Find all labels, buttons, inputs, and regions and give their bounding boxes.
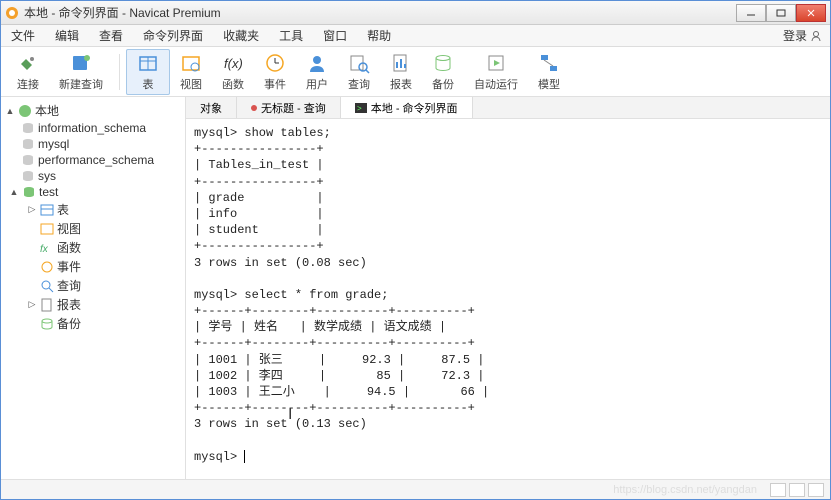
svg-text:>: > bbox=[357, 104, 362, 113]
report-icon bbox=[40, 298, 54, 312]
toolbar-search-button[interactable]: 查询 bbox=[338, 49, 380, 95]
tree-clock[interactable]: 事件 bbox=[3, 257, 183, 276]
query-icon bbox=[70, 52, 92, 74]
toolbar-backup-button[interactable]: 备份 bbox=[422, 49, 464, 95]
toolbar-model-button[interactable]: 模型 bbox=[528, 49, 570, 95]
tree-view[interactable]: 视图 bbox=[3, 219, 183, 238]
backup-icon bbox=[40, 317, 54, 331]
backup-icon bbox=[432, 52, 454, 74]
svg-text:fx: fx bbox=[40, 244, 49, 255]
window-title: 本地 - 命令列界面 - Navicat Premium bbox=[24, 4, 736, 21]
report-icon bbox=[390, 52, 412, 74]
mysql-console[interactable]: mysql> show tables; +----------------+ |… bbox=[186, 119, 830, 479]
titlebar: 本地 - 命令列界面 - Navicat Premium bbox=[1, 1, 830, 25]
maximize-button[interactable] bbox=[766, 4, 796, 22]
status-btn-2[interactable] bbox=[789, 483, 805, 497]
svg-text:f(x): f(x) bbox=[224, 56, 243, 71]
toolbar-user-button[interactable]: 用户 bbox=[296, 49, 338, 95]
text-cursor-icon: I bbox=[288, 406, 292, 424]
tab-objects[interactable]: 对象 bbox=[186, 97, 237, 118]
unsaved-icon bbox=[251, 105, 257, 111]
login-button[interactable]: 登录 bbox=[775, 27, 830, 44]
toolbar: 连接新建查询表视图f(x)函数事件用户查询报表备份自动运行模型 bbox=[1, 47, 830, 97]
toolbar-fx-button[interactable]: f(x)函数 bbox=[212, 49, 254, 95]
menu-tools[interactable]: 工具 bbox=[269, 27, 313, 44]
user-icon bbox=[306, 52, 328, 74]
app-icon bbox=[5, 6, 19, 20]
db-node-information_schema[interactable]: information_schema bbox=[3, 120, 183, 136]
auto-icon bbox=[485, 52, 507, 74]
status-btn-3[interactable] bbox=[808, 483, 824, 497]
menu-file[interactable]: 文件 bbox=[1, 27, 45, 44]
status-btn-1[interactable] bbox=[770, 483, 786, 497]
clock-icon bbox=[264, 52, 286, 74]
menu-help[interactable]: 帮助 bbox=[357, 27, 401, 44]
table-icon bbox=[40, 203, 54, 217]
search-icon bbox=[40, 279, 54, 293]
user-icon bbox=[810, 30, 822, 42]
minimize-button[interactable] bbox=[736, 4, 766, 22]
tree-report[interactable]: ▷报表 bbox=[3, 295, 183, 314]
tree-backup[interactable]: 备份 bbox=[3, 314, 183, 333]
login-label: 登录 bbox=[783, 27, 807, 44]
tree-table[interactable]: ▷表 bbox=[3, 200, 183, 219]
connection-node[interactable]: ▲本地 bbox=[3, 101, 183, 120]
table-icon bbox=[137, 52, 159, 74]
search-icon bbox=[348, 52, 370, 74]
sidebar-tree: ▲本地information_schemamysqlperformance_sc… bbox=[1, 97, 186, 479]
fx-icon: f(x) bbox=[222, 52, 244, 74]
menubar: 文件 编辑 查看 命令列界面 收藏夹 工具 窗口 帮助 登录 bbox=[1, 25, 830, 47]
clock-icon bbox=[40, 260, 54, 274]
db-node-performance_schema[interactable]: performance_schema bbox=[3, 152, 183, 168]
menu-cli[interactable]: 命令列界面 bbox=[133, 27, 213, 44]
toolbar-clock-button[interactable]: 事件 bbox=[254, 49, 296, 95]
view-icon bbox=[180, 52, 202, 74]
db-node-test[interactable]: ▲test bbox=[3, 184, 183, 200]
view-icon bbox=[40, 222, 54, 236]
fx-icon: fx bbox=[40, 241, 54, 255]
db-node-mysql[interactable]: mysql bbox=[3, 136, 183, 152]
tab-cli[interactable]: >本地 - 命令列界面 bbox=[341, 97, 473, 118]
watermark-text: https://blog.csdn.net/yangdan bbox=[613, 484, 757, 496]
tab-bar: 对象 无标题 - 查询 >本地 - 命令列界面 bbox=[186, 97, 830, 119]
tree-search[interactable]: 查询 bbox=[3, 276, 183, 295]
model-icon bbox=[538, 52, 560, 74]
toolbar-report-button[interactable]: 报表 bbox=[380, 49, 422, 95]
toolbar-auto-button[interactable]: 自动运行 bbox=[464, 49, 528, 95]
toolbar-query-button[interactable]: 新建查询 bbox=[49, 49, 113, 95]
tree-fx[interactable]: fx函数 bbox=[3, 238, 183, 257]
db-node-sys[interactable]: sys bbox=[3, 168, 183, 184]
menu-edit[interactable]: 编辑 bbox=[45, 27, 89, 44]
tab-query[interactable]: 无标题 - 查询 bbox=[237, 97, 341, 118]
plug-icon bbox=[17, 52, 39, 74]
toolbar-table-button[interactable]: 表 bbox=[126, 49, 170, 95]
toolbar-view-button[interactable]: 视图 bbox=[170, 49, 212, 95]
status-bar: https://blog.csdn.net/yangdan bbox=[1, 479, 830, 499]
menu-fav[interactable]: 收藏夹 bbox=[213, 27, 269, 44]
toolbar-plug-button[interactable]: 连接 bbox=[7, 49, 49, 95]
menu-view[interactable]: 查看 bbox=[89, 27, 133, 44]
close-button[interactable] bbox=[796, 4, 826, 22]
cli-icon: > bbox=[355, 103, 367, 113]
menu-window[interactable]: 窗口 bbox=[313, 27, 357, 44]
